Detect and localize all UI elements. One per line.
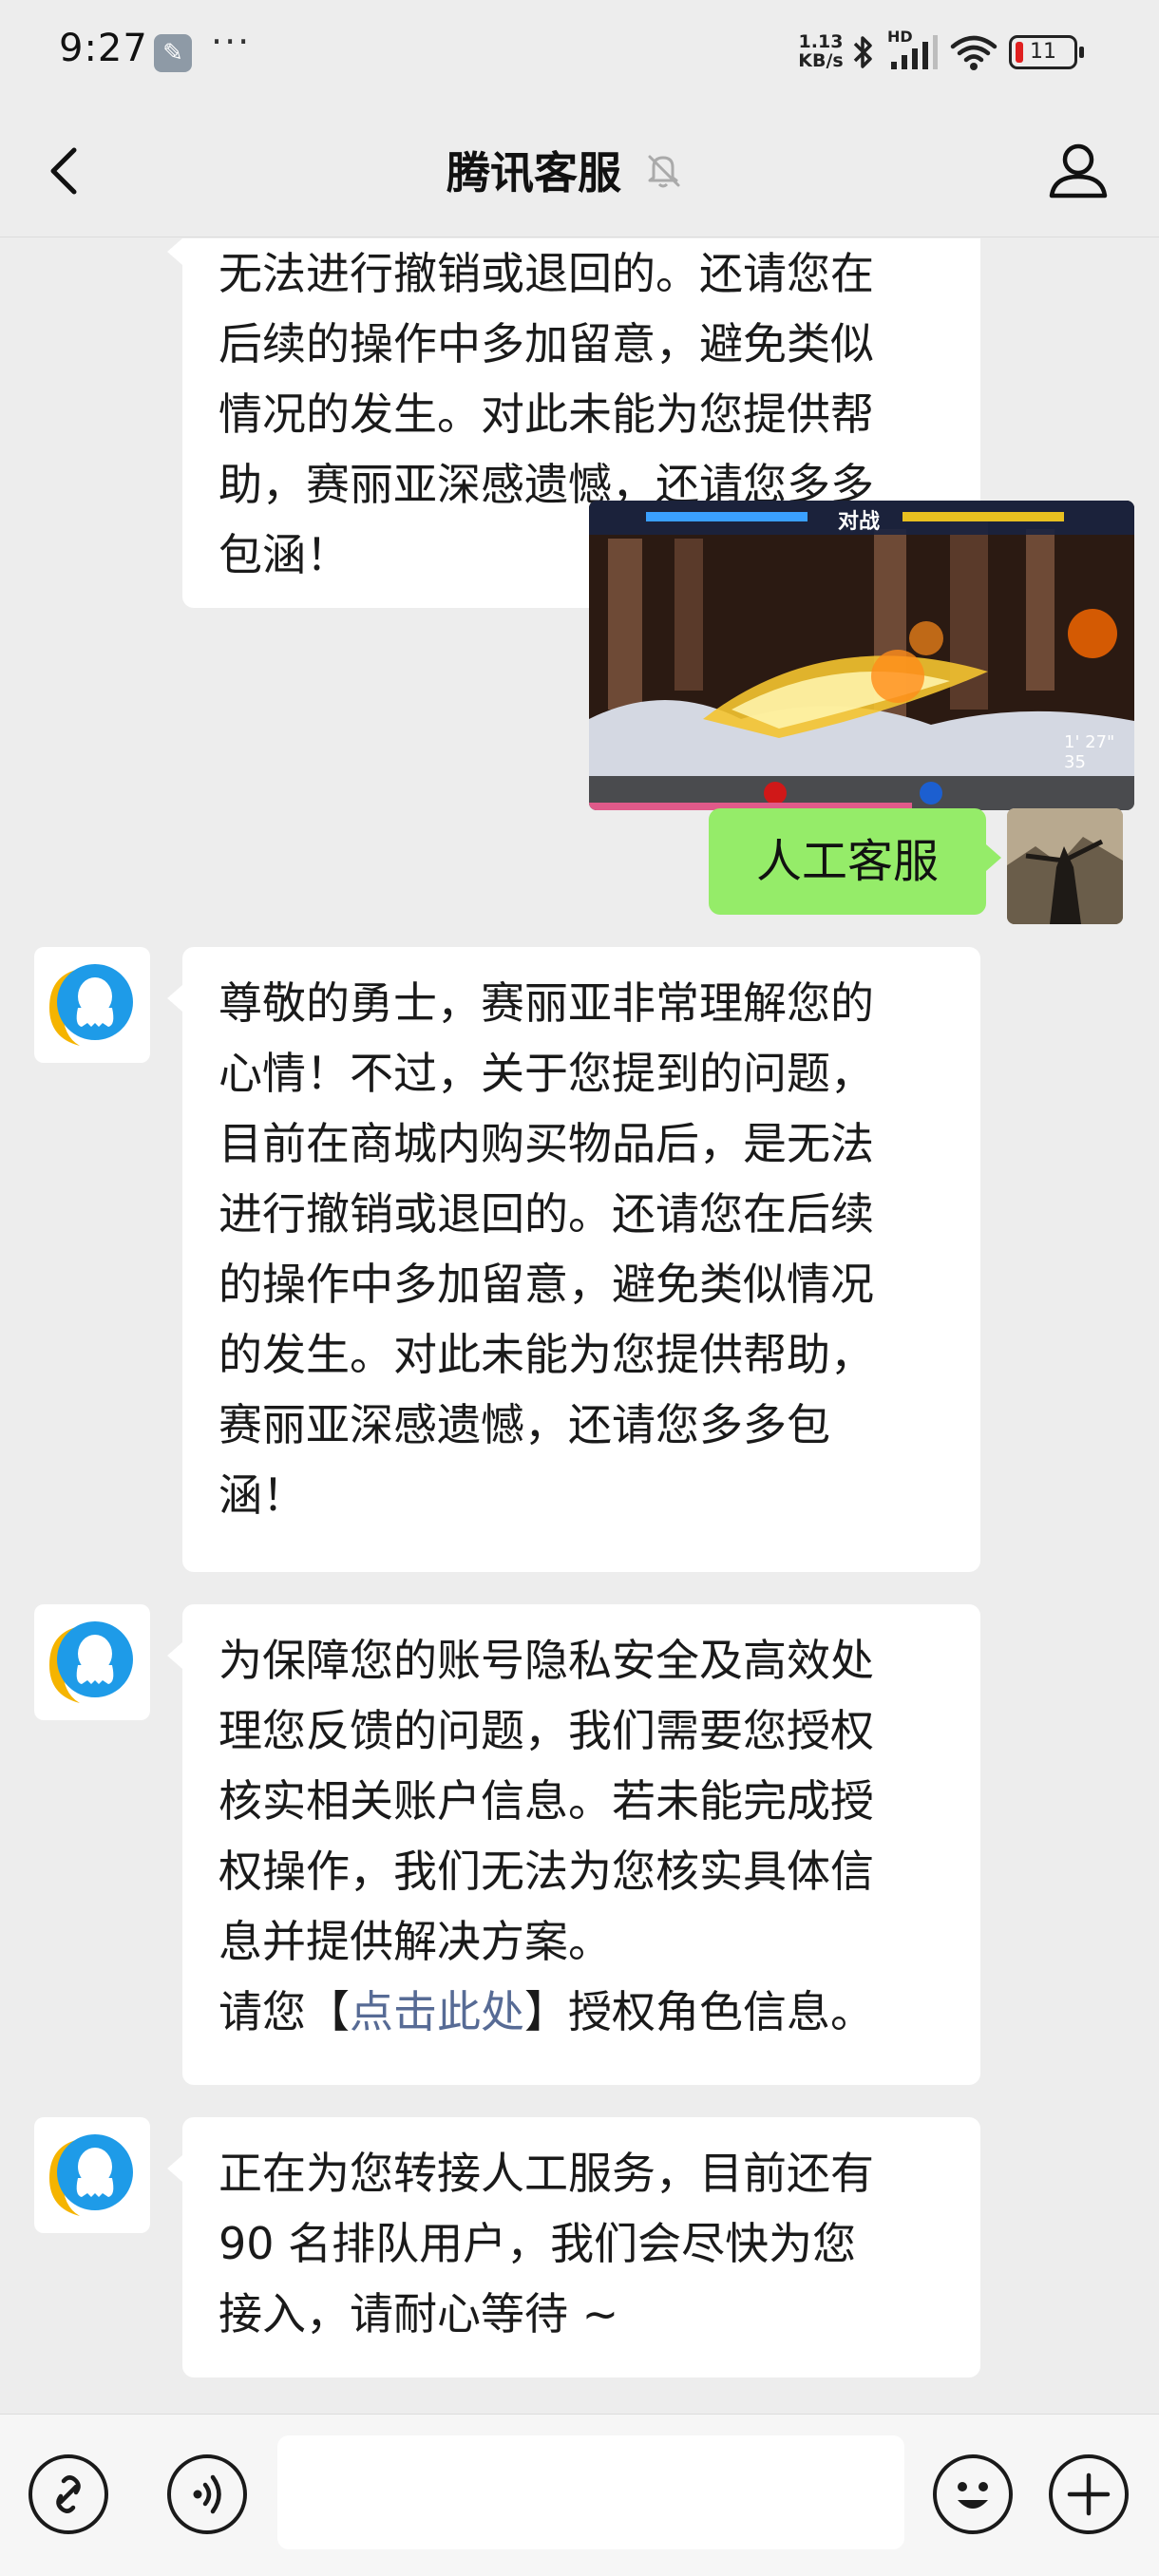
- plus-button[interactable]: [1049, 2454, 1129, 2534]
- message-line: 进行撤销或退回的。还请您在后续: [218, 1188, 874, 1240]
- person-icon: [1049, 143, 1108, 199]
- bell-off-icon: [648, 155, 680, 188]
- message-line: 接入，请耐心等待 ~: [218, 2288, 619, 2339]
- qq-logo-icon: [49, 2134, 133, 2216]
- signal-icon: [891, 35, 938, 69]
- avatar-bot[interactable]: [34, 1604, 150, 1720]
- message-line: 情况的发生。对此未能为您提供帮: [218, 388, 874, 440]
- plus-icon: [1067, 2472, 1111, 2516]
- voice-button[interactable]: [167, 2454, 247, 2534]
- game-timer: 1' 27" 35: [1064, 732, 1115, 772]
- game-screenshot-overlay[interactable]: 对战 1' 27" 35: [589, 501, 1134, 810]
- user-avatar-image: [1007, 808, 1123, 924]
- message-line: 核实相关账户信息。若未能完成授: [218, 1775, 874, 1827]
- cellular-signal: HD: [887, 28, 939, 71]
- bluetooth-icon: [853, 36, 872, 68]
- voice-icon: [193, 2474, 221, 2514]
- message-line: 尊敬的勇士，赛丽亚非常理解您的: [218, 977, 874, 1029]
- status-icons: HD 11: [851, 28, 1084, 76]
- message-bubble-bot[interactable]: 尊敬的勇士，赛丽亚非常理解您的 心情！不过，关于您提到的问题， 目前在商城内购买…: [167, 947, 980, 1572]
- authorize-line: 请您【点击此处】授权角色信息。: [218, 1977, 944, 2047]
- status-time: 9:27: [59, 27, 148, 70]
- battery-icon: 11: [1009, 35, 1084, 69]
- message-line: 心情！不过，关于您提到的问题，: [218, 1048, 874, 1099]
- input-bar: [0, 2414, 1159, 2576]
- avatar-bot[interactable]: [34, 2117, 150, 2233]
- message-line: 赛丽亚深感遗憾，还请您多多包: [218, 1399, 830, 1450]
- game-scene-image: [589, 501, 1134, 810]
- mini-program-button[interactable]: [28, 2454, 108, 2534]
- message-bubble-bot[interactable]: 为保障您的账号隐私安全及高效处 理您反馈的问题，我们需要您授权 核实相关账户信息…: [167, 1604, 980, 2085]
- message-line: 息并提供解决方案。: [218, 1916, 612, 1967]
- authorize-prefix: 请您【: [218, 1986, 350, 2037]
- network-speed-unit: KB/s: [798, 50, 844, 71]
- message-line: 后续的操作中多加留意，避免类似: [218, 318, 874, 369]
- authorize-suffix: 】授权角色信息。: [524, 1986, 874, 2037]
- message-list[interactable]: 无法进行撤销或退回的。还请您在 后续的操作中多加留意，避免类似 情况的发生。对此…: [0, 238, 1159, 2414]
- chevron-left-icon: [50, 147, 77, 195]
- avatar-user[interactable]: [1007, 808, 1123, 924]
- avatar-bot[interactable]: [34, 947, 150, 1063]
- wrench-icon: ✎: [154, 34, 192, 72]
- qq-logo-icon: [49, 964, 133, 1046]
- emoji-button[interactable]: [933, 2454, 1013, 2534]
- status-bar: 9:27 ✎ ··· 1.13 KB/s HD 11: [0, 0, 1159, 104]
- wifi-icon: [950, 35, 998, 70]
- message-line: 目前在商城内购买物品后，是无法: [218, 1118, 874, 1169]
- profile-button[interactable]: [1045, 137, 1112, 203]
- game-vs-label: 对战: [838, 510, 881, 534]
- title-group: 腾讯客服: [446, 139, 684, 201]
- chat-header: 腾讯客服: [0, 104, 1159, 237]
- authorize-link[interactable]: 点击此处: [350, 1986, 524, 2037]
- network-speed: 1.13 KB/s: [792, 32, 849, 70]
- battery-level: 11: [1030, 40, 1056, 64]
- message-line: 的发生。对此未能为您提供帮助，: [218, 1329, 874, 1380]
- message-line: 权操作，我们无法为您核实具体信: [218, 1846, 874, 1897]
- link-icon: [56, 2475, 81, 2513]
- message-line: 涵！: [218, 1469, 306, 1521]
- message-line: 正在为您转接人工服务，目前还有: [218, 2148, 874, 2199]
- emoji-icon: [958, 2482, 988, 2509]
- message-line: 90 名排队用户，我们会尽快为您: [218, 2218, 857, 2269]
- message-bubble-bot[interactable]: 正在为您转接人工服务，目前还有 90 名排队用户，我们会尽快为您 接入，请耐心等…: [167, 2117, 980, 2377]
- more-notifications-indicator: ···: [211, 21, 252, 63]
- message-line: 为保障您的账号隐私安全及高效处: [218, 1635, 874, 1686]
- message-line: 理您反馈的问题，我们需要您授权: [218, 1705, 874, 1756]
- message-line: 的操作中多加留意，避免类似情况: [218, 1259, 874, 1310]
- back-button[interactable]: [38, 135, 95, 207]
- network-speed-value: 1.13: [798, 31, 844, 52]
- message-line: 无法进行撤销或退回的。还请您在: [218, 248, 874, 299]
- qq-logo-icon: [49, 1621, 133, 1703]
- message-input[interactable]: [277, 2435, 904, 2549]
- chat-screen: 9:27 ✎ ··· 1.13 KB/s HD 11 腾讯客服 无法进行撤销或退…: [0, 0, 1159, 2576]
- page-title: 腾讯客服: [446, 147, 621, 199]
- message-text: 人工客服: [755, 835, 939, 888]
- message-bubble-user[interactable]: 人工客服: [709, 808, 1001, 915]
